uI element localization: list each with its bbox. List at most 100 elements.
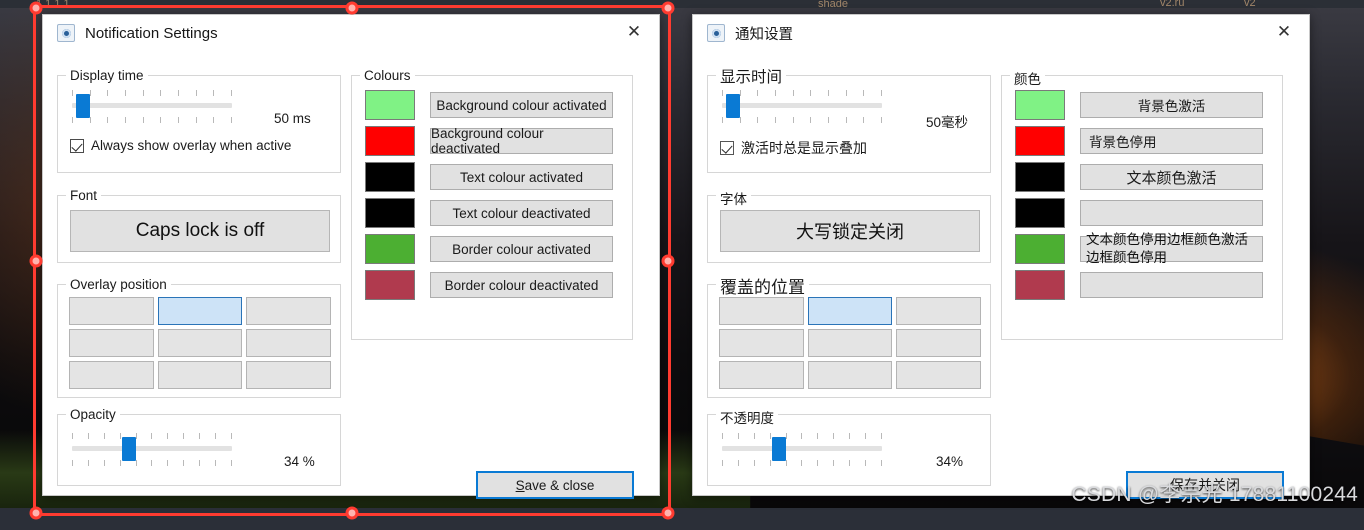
group-colours-english: Colours Background colour activated Back… <box>351 68 633 340</box>
button-background-colour-deactivated-chinese[interactable]: 背景色停用 <box>1080 128 1263 154</box>
opacity-value-chinese: 34% <box>936 454 964 469</box>
swatch-border-colour-activated[interactable] <box>1015 234 1065 264</box>
always-show-overlay-checkbox-row-chinese[interactable]: 激活时总是显示叠加 <box>720 138 867 158</box>
close-icon[interactable]: ✕ <box>1269 19 1299 45</box>
overlay-position-cell-top-center[interactable] <box>157 297 243 325</box>
settings-gear-icon <box>707 24 725 42</box>
slider-ticks-top <box>72 90 232 96</box>
titlebar-chinese[interactable]: 通知设置 ✕ <box>693 15 1309 51</box>
group-legend-display-time-chinese: 显示时间 <box>716 65 787 87</box>
font-preview-button-chinese[interactable]: 大写锁定关闭 <box>720 210 980 252</box>
slider-thumb[interactable] <box>726 94 740 118</box>
group-legend-opacity: Opacity <box>66 407 120 422</box>
titlebar-english[interactable]: Notification Settings ✕ <box>43 15 659 51</box>
overlay-position-cell-top-center[interactable] <box>807 297 893 325</box>
notification-settings-dialog-chinese: 通知设置 ✕ 显示时间 50毫秒 激活时总是显示叠加 字体 大写锁定关闭 覆盖的… <box>692 14 1310 499</box>
save-button-accel-letter: S <box>515 477 525 493</box>
font-preview-button-english[interactable]: Caps lock is off <box>70 210 330 252</box>
button-background-colour-activated-chinese[interactable]: 背景色激活 <box>1080 92 1263 118</box>
group-opacity-english: Opacity 34 % <box>57 407 341 486</box>
slider-thumb[interactable] <box>772 437 786 461</box>
swatch-text-colour-deactivated[interactable] <box>365 198 415 228</box>
group-display-time-chinese: 显示时间 50毫秒 激活时总是显示叠加 <box>707 65 991 173</box>
taskbar[interactable] <box>0 508 1364 530</box>
save-and-close-button-english[interactable]: Save & close <box>476 471 634 499</box>
swatch-border-colour-activated[interactable] <box>365 234 415 264</box>
swatch-border-colour-deactivated[interactable] <box>365 270 415 300</box>
overlay-position-cell-top-left[interactable] <box>69 297 154 325</box>
overlay-position-cell-middle-right[interactable] <box>246 329 331 357</box>
slider-track <box>722 103 882 108</box>
save-button-rest-label: ave & close <box>524 477 595 493</box>
overlay-position-grid-english[interactable] <box>69 297 331 389</box>
always-show-overlay-label-english: Always show overlay when active <box>91 138 292 153</box>
slider-ticks-bottom <box>722 460 882 466</box>
group-overlay-position-chinese: 覆盖的位置 <box>707 273 991 398</box>
always-show-overlay-label-chinese: 激活时总是显示叠加 <box>741 140 867 156</box>
overlay-position-cell-middle-left[interactable] <box>719 329 804 357</box>
overlay-position-cell-bottom-left[interactable] <box>69 361 154 389</box>
swatch-background-colour-deactivated[interactable] <box>365 126 415 156</box>
swatch-text-colour-activated[interactable] <box>365 162 415 192</box>
slider-thumb[interactable] <box>76 94 90 118</box>
swatch-background-colour-activated[interactable] <box>365 90 415 120</box>
overlay-position-cell-bottom-center[interactable] <box>807 361 893 389</box>
display-time-slider-chinese[interactable] <box>722 90 882 123</box>
slider-ticks-top <box>722 90 882 96</box>
group-overlay-position-english: Overlay position <box>57 277 341 398</box>
swatch-text-colour-activated[interactable] <box>1015 162 1065 192</box>
overlay-position-cell-bottom-right[interactable] <box>896 361 981 389</box>
slider-ticks-bottom <box>72 117 232 123</box>
group-legend-display-time: Display time <box>66 68 148 83</box>
group-legend-font: Font <box>66 188 102 203</box>
checkbox-icon[interactable] <box>720 141 734 155</box>
swatch-text-colour-deactivated[interactable] <box>1015 198 1065 228</box>
display-time-value-english: 50 ms <box>274 111 311 126</box>
group-opacity-chinese: 不透明度 34% <box>707 407 991 486</box>
overlay-position-cell-top-right[interactable] <box>896 297 981 325</box>
button-text-colour-deactivated[interactable]: Text colour deactivated <box>430 200 613 226</box>
display-time-slider-english[interactable] <box>72 90 232 123</box>
button-border-colour-deactivated-chinese[interactable] <box>1080 272 1263 298</box>
group-legend-overlay-position: Overlay position <box>66 277 171 292</box>
overlay-position-cell-top-right[interactable] <box>246 297 331 325</box>
overlay-position-cell-middle-left[interactable] <box>69 329 154 357</box>
button-border-colour-activated[interactable]: Border colour activated <box>430 236 613 262</box>
button-border-colour-activated-chinese[interactable] <box>1080 236 1263 262</box>
overlay-position-cell-bottom-left[interactable] <box>719 361 804 389</box>
swatch-background-colour-deactivated[interactable] <box>1015 126 1065 156</box>
button-text-colour-activated[interactable]: Text colour activated <box>430 164 613 190</box>
notification-settings-dialog-english: Notification Settings ✕ Display time 50 … <box>42 14 660 499</box>
screen-top-strip: 1.1.1.1 shade v2.ru v2 <box>0 0 1364 10</box>
close-icon[interactable]: ✕ <box>619 19 649 45</box>
background-text-1: 1.1.1.1 <box>36 0 70 10</box>
overlay-position-cell-middle-right[interactable] <box>896 329 981 357</box>
slider-thumb[interactable] <box>122 437 136 461</box>
overlay-position-cell-middle-center[interactable] <box>807 329 893 357</box>
overlay-position-cell-bottom-right[interactable] <box>246 361 331 389</box>
csdn-watermark: CSDN @李宗光 17881100244 <box>1071 483 1358 506</box>
group-font-chinese: 字体 大写锁定关闭 <box>707 188 991 263</box>
group-display-time-english: Display time 50 ms Always show overlay w… <box>57 68 341 173</box>
button-border-colour-deactivated[interactable]: Border colour deactivated <box>430 272 613 298</box>
overlay-position-grid-chinese[interactable] <box>719 297 981 389</box>
checkbox-icon[interactable] <box>70 138 84 153</box>
overlay-position-cell-top-left[interactable] <box>719 297 804 325</box>
swatch-background-colour-activated[interactable] <box>1015 90 1065 120</box>
slider-ticks-top <box>722 433 882 439</box>
background-text-2: shade <box>818 0 848 10</box>
slider-ticks-top <box>72 433 232 439</box>
always-show-overlay-checkbox-row-english[interactable]: Always show overlay when active <box>70 138 291 153</box>
group-legend-colours-chinese: 颜色 <box>1010 68 1045 88</box>
button-background-colour-deactivated[interactable]: Background colour deactivated <box>430 126 613 156</box>
overlay-position-cell-middle-center[interactable] <box>157 329 243 357</box>
button-background-colour-activated[interactable]: Background colour activated <box>430 92 613 118</box>
opacity-slider-chinese[interactable] <box>722 433 882 466</box>
overlay-position-cell-bottom-center[interactable] <box>157 361 243 389</box>
opacity-slider-english[interactable] <box>72 433 232 466</box>
swatch-border-colour-deactivated[interactable] <box>1015 270 1065 300</box>
group-colours-chinese: 颜色 背景色激活 背景色停用 文本颜色激活 文本颜色停用边框颜色激活 边框颜色停… <box>1001 68 1283 340</box>
button-text-colour-activated-chinese[interactable]: 文本颜色激活 <box>1080 164 1263 190</box>
group-legend-opacity-chinese: 不透明度 <box>716 407 778 427</box>
button-text-colour-deactivated-chinese[interactable] <box>1080 200 1263 226</box>
